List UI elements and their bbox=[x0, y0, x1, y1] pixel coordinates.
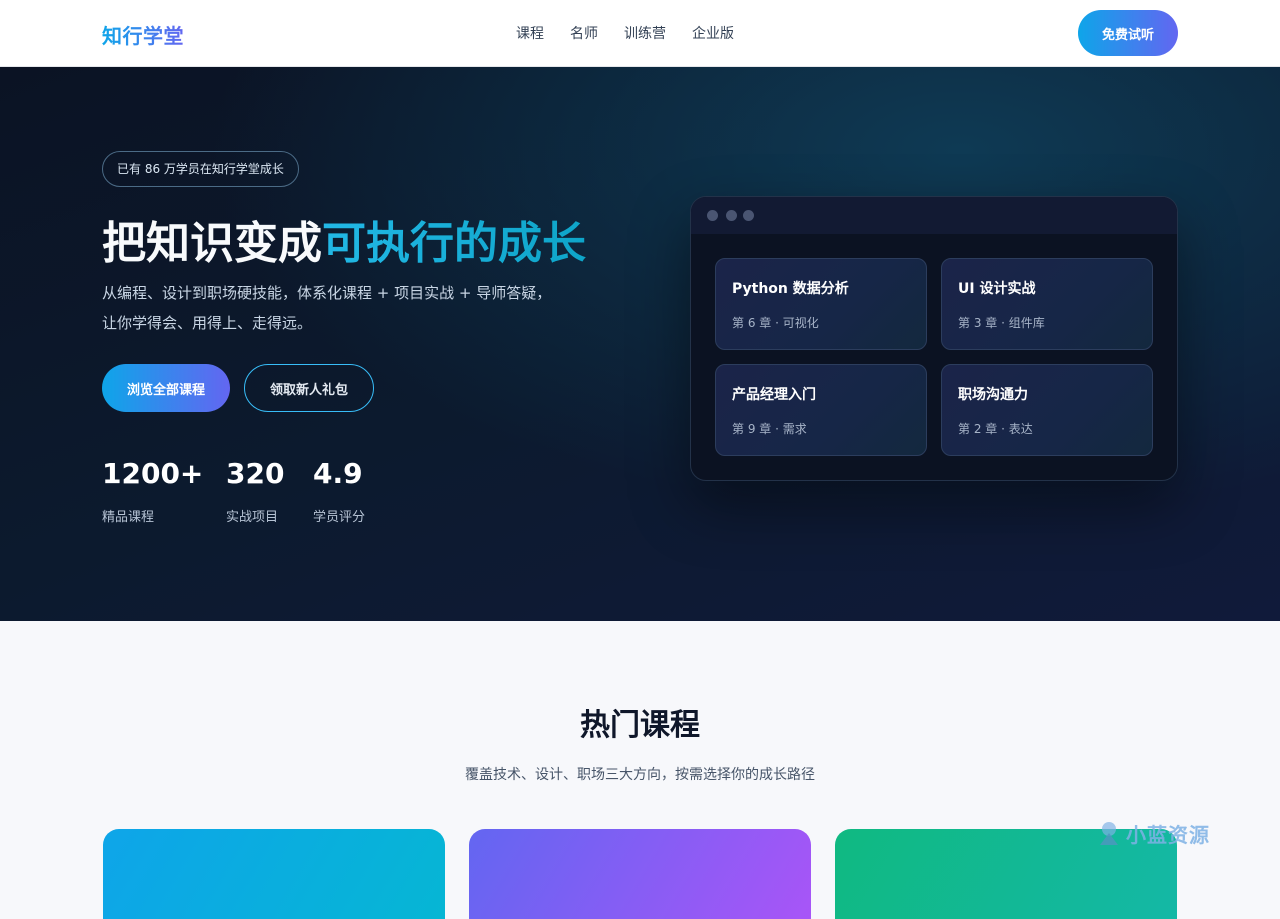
window-dot-icon bbox=[707, 210, 718, 221]
stat-value: 4.9 bbox=[313, 457, 363, 490]
hero-description-line-2: 让你学得会、用得上、走得远。 bbox=[102, 314, 313, 332]
course-preview-window: Python 数据分析 第 6 章 · 可视化 UI 设计实战 第 3 章 · … bbox=[690, 196, 1178, 481]
preview-card-title: UI 设计实战 bbox=[958, 281, 1036, 297]
watermark: 小蓝资源 bbox=[1096, 818, 1210, 848]
preview-card-progress: 第 9 章 · 需求 bbox=[732, 422, 807, 436]
stat-label: 学员评分 bbox=[313, 510, 366, 525]
preview-card-progress: 第 6 章 · 可视化 bbox=[732, 316, 819, 330]
preview-card-title: 职场沟通力 bbox=[958, 387, 1028, 403]
section-subtitle: 覆盖技术、设计、职场三大方向，按需选择你的成长路径 bbox=[465, 767, 815, 783]
nav-item-bootcamp[interactable]: 训练营 bbox=[624, 23, 666, 43]
site-logo[interactable]: 知行学堂 bbox=[102, 20, 184, 49]
preview-card-ui-design[interactable]: UI 设计实战 第 3 章 · 组件库 bbox=[941, 258, 1153, 350]
stat-label: 精品课程 bbox=[102, 510, 155, 525]
main-nav: 课程 名师 训练营 企业版 bbox=[516, 23, 734, 43]
headline-main: 把知识变成 bbox=[102, 218, 322, 269]
site-header: 知行学堂 课程 名师 训练营 企业版 免费试听 bbox=[0, 0, 1280, 67]
nav-item-courses[interactable]: 课程 bbox=[516, 23, 544, 43]
stat-courses: 1200+ 精品课程 bbox=[102, 452, 203, 525]
stat-value: 320 bbox=[226, 457, 285, 490]
preview-card-title: Python 数据分析 bbox=[732, 281, 849, 297]
watermark-logo-icon bbox=[1100, 822, 1118, 845]
nav-item-enterprise[interactable]: 企业版 bbox=[692, 23, 734, 43]
preview-card-progress: 第 3 章 · 组件库 bbox=[958, 316, 1045, 330]
course-card-design[interactable] bbox=[469, 829, 811, 919]
stat-label: 实战项目 bbox=[226, 510, 279, 525]
hero-description-line-1: 从编程、设计到职场硬技能，体系化课程 + 项目实战 + 导师答疑， bbox=[102, 284, 552, 302]
free-trial-button[interactable]: 免费试听 bbox=[1078, 10, 1178, 56]
headline-accent: 可执行的成长 bbox=[322, 218, 586, 269]
section-title: 热门课程 bbox=[580, 708, 700, 743]
browse-courses-button[interactable]: 浏览全部课程 bbox=[102, 364, 230, 412]
preview-card-communication[interactable]: 职场沟通力 第 2 章 · 表达 bbox=[941, 364, 1153, 456]
stat-rating: 4.9 学员评分 bbox=[313, 452, 365, 525]
course-card-tech[interactable] bbox=[103, 829, 445, 919]
window-dot-icon bbox=[726, 210, 737, 221]
preview-card-python[interactable]: Python 数据分析 第 6 章 · 可视化 bbox=[715, 258, 927, 350]
stat-value: 1200+ bbox=[102, 457, 204, 490]
stat-projects: 320 实战项目 bbox=[226, 452, 284, 525]
hero-description: 从编程、设计到职场硬技能，体系化课程 + 项目实战 + 导师答疑， 让你学得会、… bbox=[102, 278, 622, 338]
watermark-text: 小蓝资源 bbox=[1126, 822, 1210, 847]
hero-headline: 把知识变成可执行的成长 bbox=[102, 207, 586, 271]
window-dot-icon bbox=[743, 210, 754, 221]
window-titlebar bbox=[691, 197, 1177, 234]
learner-count-badge: 已有 86 万学员在知行学堂成长 bbox=[102, 151, 299, 187]
preview-card-product-manager[interactable]: 产品经理入门 第 9 章 · 需求 bbox=[715, 364, 927, 456]
nav-item-teachers[interactable]: 名师 bbox=[570, 23, 598, 43]
preview-card-progress: 第 2 章 · 表达 bbox=[958, 422, 1033, 436]
hero-section: 已有 86 万学员在知行学堂成长 把知识变成可执行的成长 从编程、设计到职场硬技… bbox=[0, 67, 1280, 621]
preview-card-title: 产品经理入门 bbox=[732, 387, 816, 403]
newcomer-gift-button[interactable]: 领取新人礼包 bbox=[244, 364, 374, 412]
